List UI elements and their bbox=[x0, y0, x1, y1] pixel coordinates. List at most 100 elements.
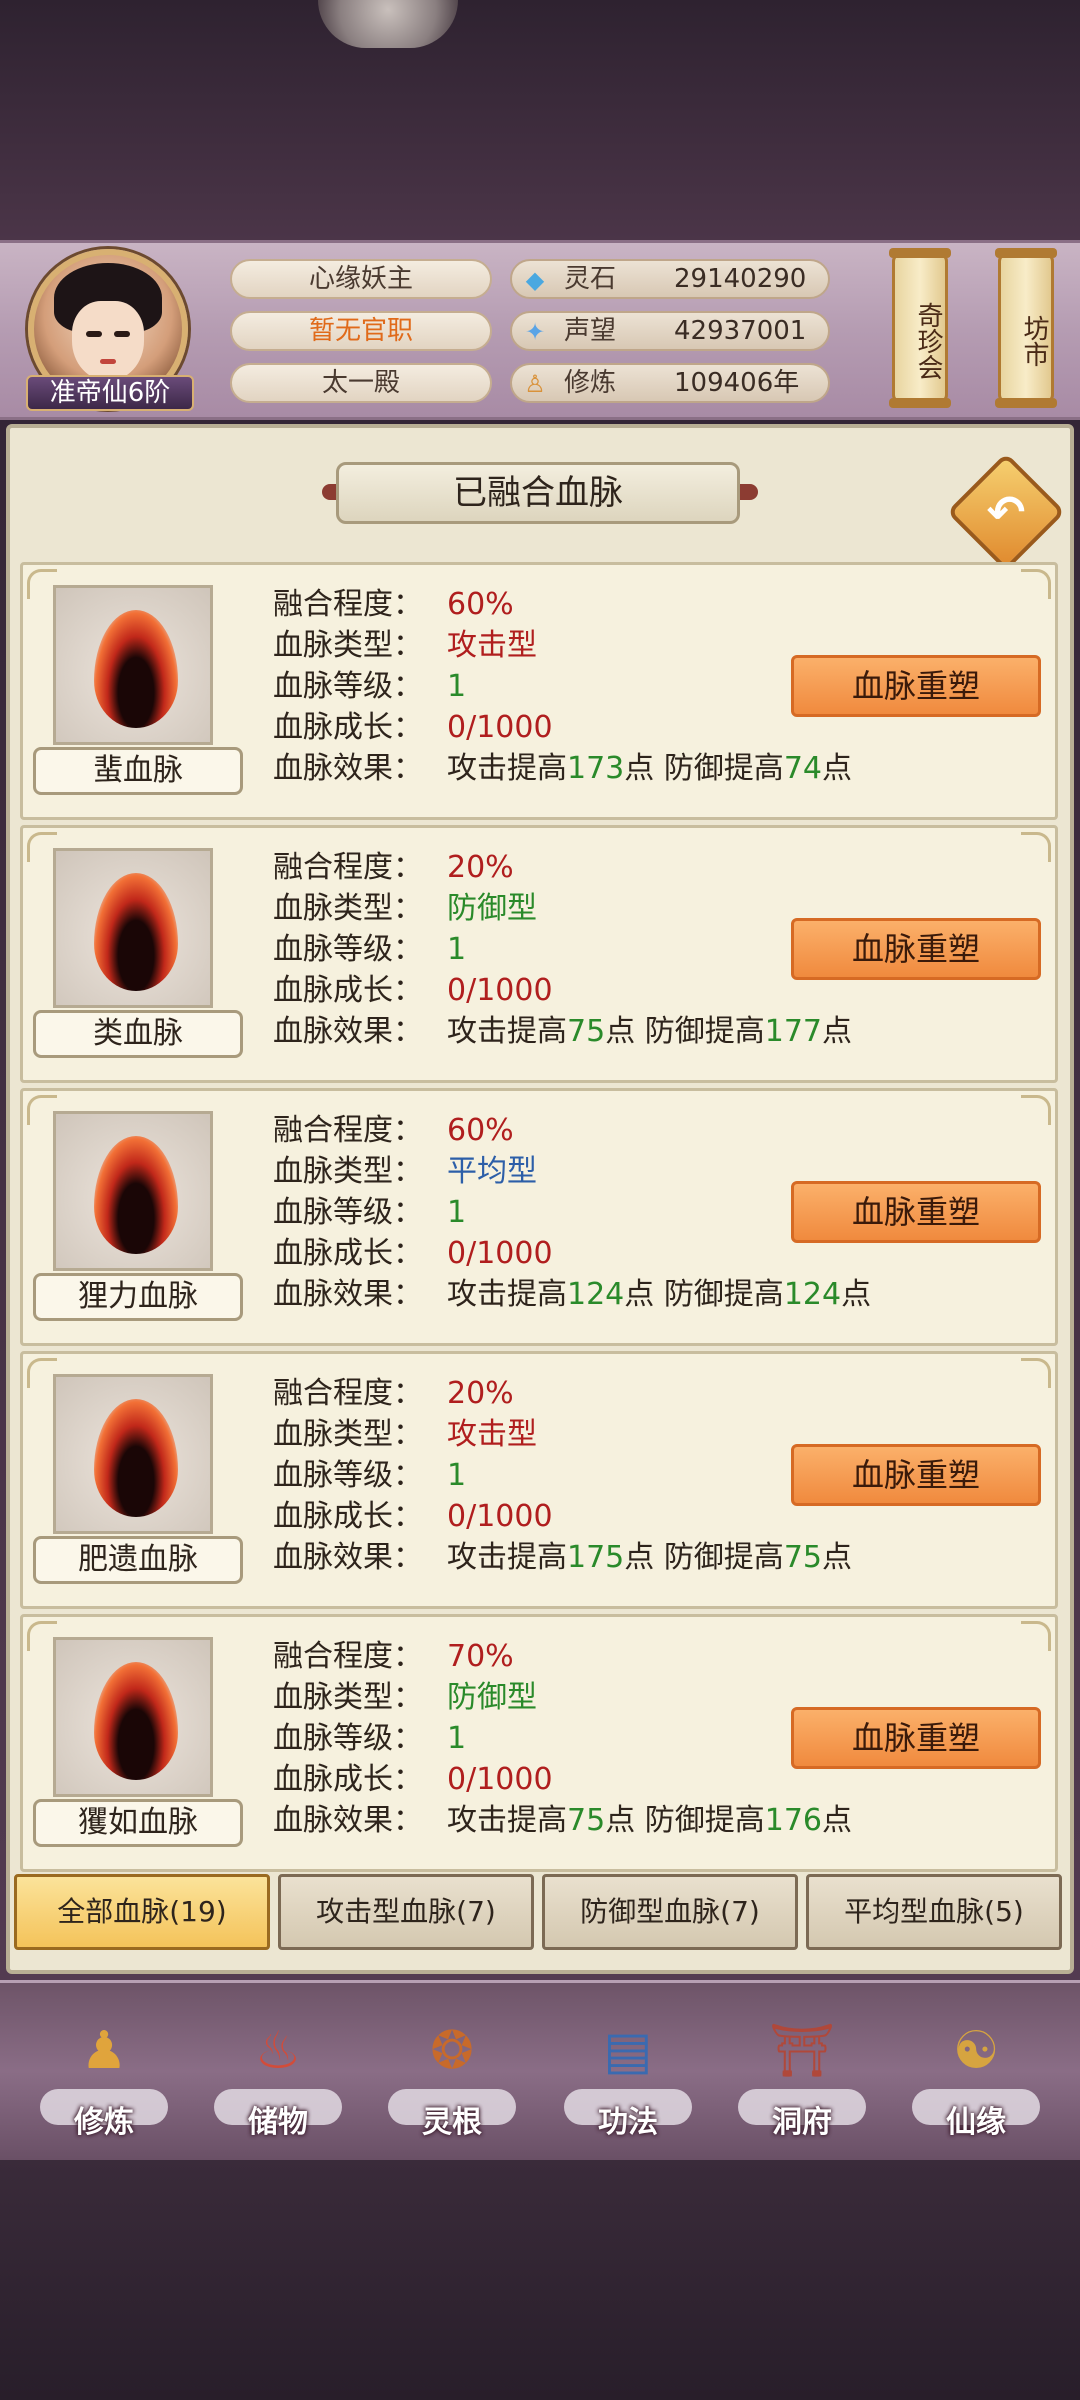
effect-row: 血脉效果： 攻击提高173点 防御提高74点 bbox=[273, 749, 852, 789]
spirit-root-icon: ❂ bbox=[430, 2021, 474, 2081]
atk-suffix: 点 bbox=[605, 1014, 636, 1049]
growth-row: 血脉成长： 0/1000 bbox=[273, 971, 553, 1011]
stat-label: 融合程度： bbox=[273, 850, 423, 885]
corner-ornament bbox=[1021, 832, 1051, 862]
stat-label: 融合程度： bbox=[273, 1639, 423, 1674]
nav-label: 灵根 bbox=[422, 2105, 482, 2140]
fusion-value: 60% bbox=[447, 1113, 514, 1148]
bloodline-name: 狸力血脉 bbox=[33, 1273, 243, 1321]
corner-ornament bbox=[1021, 1621, 1051, 1651]
tab-defense-bloodlines[interactable]: 防御型血脉(7) bbox=[542, 1874, 798, 1950]
blood-flame-icon bbox=[94, 1136, 178, 1254]
official-post-pill: 暂无官职 bbox=[230, 311, 492, 351]
atk-suffix: 点 bbox=[624, 1277, 655, 1312]
growth-row: 血脉成长： 0/1000 bbox=[273, 1234, 553, 1274]
type-row: 血脉类型： 攻击型 bbox=[273, 1415, 537, 1455]
blood-flame-icon bbox=[94, 1662, 178, 1780]
atk-prefix: 攻击提高 bbox=[447, 751, 567, 786]
def-suffix: 点 bbox=[822, 1014, 852, 1049]
stat-label: 血脉类型： bbox=[273, 1154, 423, 1189]
atk-suffix: 点 bbox=[624, 1540, 655, 1575]
bloodline-portrait[interactable] bbox=[53, 1374, 213, 1534]
level-value: 1 bbox=[447, 1195, 467, 1230]
nav-technique[interactable]: ▤ 功法 bbox=[558, 1993, 698, 2153]
cultivate-icon: ♟ bbox=[80, 2021, 128, 2081]
level-row: 血脉等级： 1 bbox=[273, 667, 466, 707]
type-row: 血脉类型： 防御型 bbox=[273, 889, 537, 929]
bloodline-portrait[interactable] bbox=[53, 585, 213, 745]
corner-ornament bbox=[1021, 1095, 1051, 1125]
cave-mansion-icon: ⛩ bbox=[768, 2021, 835, 2081]
tab-balanced-bloodlines[interactable]: 平均型血脉(5) bbox=[806, 1874, 1062, 1950]
stat-label: 融合程度： bbox=[273, 1376, 423, 1411]
stat-label: 融合程度： bbox=[273, 1113, 423, 1148]
market-button[interactable]: 坊市 bbox=[995, 248, 1057, 408]
growth-value: 0/1000 bbox=[447, 1499, 553, 1534]
growth-value: 0/1000 bbox=[447, 710, 553, 745]
resource-value: 42937001 bbox=[674, 316, 807, 346]
nav-cave-mansion[interactable]: ⛩ 洞府 bbox=[732, 1993, 872, 2153]
stat-label: 血脉效果： bbox=[273, 1540, 423, 1575]
stat-label: 血脉等级： bbox=[273, 1721, 423, 1756]
effect-value: 攻击提高75点 防御提高177点 bbox=[447, 1012, 852, 1052]
effect-value: 攻击提高75点 防御提高176点 bbox=[447, 1801, 852, 1841]
atk-prefix: 攻击提高 bbox=[447, 1540, 567, 1575]
tab-all-bloodlines[interactable]: 全部血脉(19) bbox=[14, 1874, 270, 1950]
reshape-button[interactable]: 血脉重塑 bbox=[791, 655, 1041, 717]
type-value: 平均型 bbox=[447, 1154, 537, 1189]
reshape-button[interactable]: 血脉重塑 bbox=[791, 1181, 1041, 1243]
nav-label: 洞府 bbox=[772, 2105, 832, 2140]
def-prefix: 防御提高 bbox=[644, 1803, 765, 1838]
fusion-value: 20% bbox=[447, 850, 514, 885]
nav-immortal-fate[interactable]: ☯ 仙缘 bbox=[906, 1993, 1046, 2153]
level-value: 1 bbox=[447, 1721, 467, 1756]
spirit-stone-pill: ◆ 灵石 29140290 bbox=[510, 259, 830, 299]
stat-label: 血脉类型： bbox=[273, 628, 423, 663]
growth-row: 血脉成长： 0/1000 bbox=[273, 1497, 553, 1537]
effect-row: 血脉效果： 攻击提高75点 防御提高176点 bbox=[273, 1801, 852, 1841]
atk-value: 173 bbox=[567, 751, 625, 786]
type-row: 血脉类型： 攻击型 bbox=[273, 626, 537, 666]
reshape-button[interactable]: 血脉重塑 bbox=[791, 1707, 1041, 1769]
growth-row: 血脉成长： 0/1000 bbox=[273, 708, 553, 748]
type-value: 防御型 bbox=[447, 891, 537, 926]
filter-tabs: 全部血脉(19) 攻击型血脉(7) 防御型血脉(7) 平均型血脉(5) bbox=[10, 1874, 1070, 1954]
bloodline-portrait[interactable] bbox=[53, 1111, 213, 1271]
stat-label: 血脉效果： bbox=[273, 1014, 423, 1049]
nav-label: 储物 bbox=[248, 2105, 308, 2140]
stat-label: 血脉成长： bbox=[273, 1762, 423, 1797]
tab-attack-bloodlines[interactable]: 攻击型血脉(7) bbox=[278, 1874, 534, 1950]
def-value: 75 bbox=[783, 1540, 822, 1575]
cultivation-icon: ♙ bbox=[524, 370, 546, 398]
stat-label: 血脉类型： bbox=[273, 1417, 423, 1452]
level-row: 血脉等级： 1 bbox=[273, 1193, 466, 1233]
immortal-fate-icon: ☯ bbox=[952, 2021, 1000, 2081]
top-background bbox=[0, 0, 1080, 240]
atk-prefix: 攻击提高 bbox=[447, 1014, 567, 1049]
reshape-button[interactable]: 血脉重塑 bbox=[791, 1444, 1041, 1506]
nav-cultivate[interactable]: ♟ 修炼 bbox=[34, 1993, 174, 2153]
atk-value: 75 bbox=[567, 1803, 606, 1838]
nav-label: 修炼 bbox=[74, 2105, 134, 2140]
stat-label: 血脉成长： bbox=[273, 1236, 423, 1271]
nav-spirit-root[interactable]: ❂ 灵根 bbox=[382, 1993, 522, 2153]
bloodline-portrait[interactable] bbox=[53, 848, 213, 1008]
atk-value: 75 bbox=[567, 1014, 606, 1049]
def-prefix: 防御提高 bbox=[644, 1014, 765, 1049]
def-value: 124 bbox=[783, 1277, 842, 1312]
def-value: 74 bbox=[783, 751, 822, 786]
player-header: 准帝仙6阶 心缘妖主 暂无官职 太一殿 ◆ 灵石 29140290 ✦ 声望 4… bbox=[0, 240, 1080, 420]
storage-bag-icon: ♨ bbox=[254, 2021, 302, 2081]
bloodline-card: 蜚血脉 融合程度： 60% 血脉类型： 攻击型 血脉等级： 1 血脉成长： 0/1000… bbox=[20, 562, 1058, 820]
def-suffix: 点 bbox=[822, 751, 852, 786]
treasure-fair-button[interactable]: 奇珍会 bbox=[889, 248, 951, 408]
bloodline-portrait[interactable] bbox=[53, 1637, 213, 1797]
resource-value: 29140290 bbox=[674, 264, 807, 294]
nav-storage[interactable]: ♨ 储物 bbox=[208, 1993, 348, 2153]
fusion-row: 融合程度： 70% bbox=[273, 1637, 514, 1677]
atk-suffix: 点 bbox=[605, 1803, 636, 1838]
reshape-button[interactable]: 血脉重塑 bbox=[791, 918, 1041, 980]
stat-label: 血脉等级： bbox=[273, 1195, 423, 1230]
level-row: 血脉等级： 1 bbox=[273, 930, 466, 970]
atk-prefix: 攻击提高 bbox=[447, 1277, 567, 1312]
